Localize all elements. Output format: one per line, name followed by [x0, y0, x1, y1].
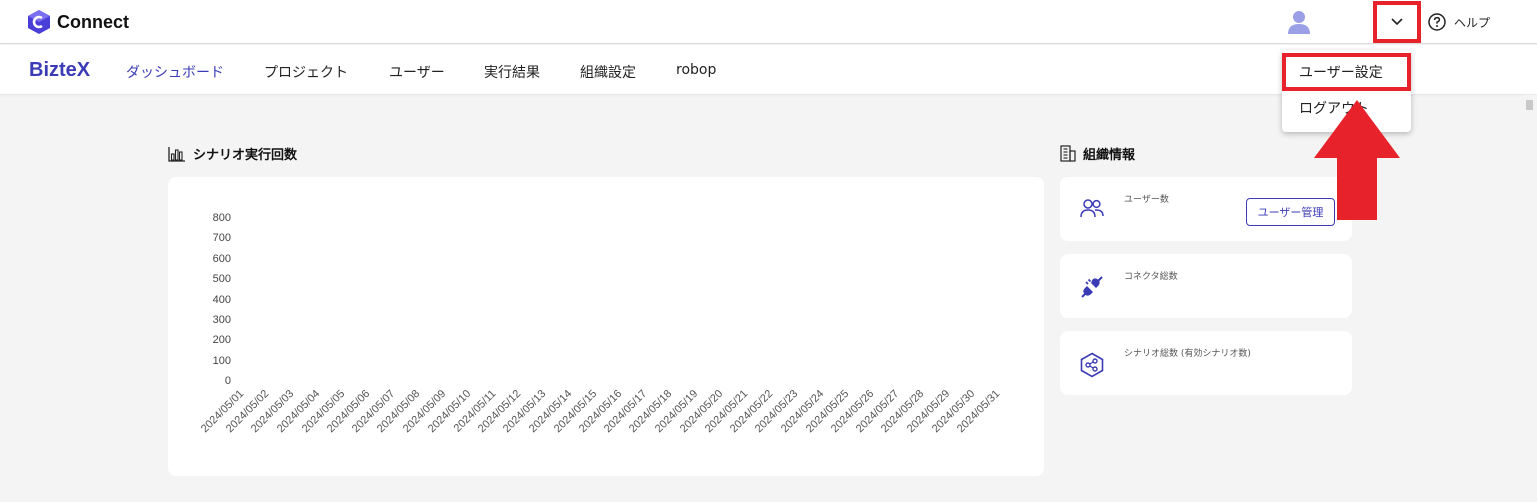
y-tick-label: 600 — [212, 252, 231, 265]
user-avatar-icon — [1288, 11, 1310, 34]
y-tick-label: 700 — [212, 232, 231, 245]
connector-count-label: コネクタ総数 — [1124, 272, 1178, 282]
y-tick-label: 100 — [212, 354, 231, 367]
user-count-card: ユーザー数 ユーザー管理 — [1060, 177, 1352, 241]
chart-title: シナリオ実行回数 — [193, 148, 298, 163]
help-link[interactable]: ヘルプ — [1428, 13, 1490, 31]
logo-text: Connect — [57, 11, 129, 32]
building-icon — [1060, 145, 1076, 162]
y-tick-label: 300 — [212, 313, 231, 326]
connect-logo-icon — [28, 10, 50, 34]
users-icon — [1080, 199, 1104, 218]
bar-chart-icon — [168, 146, 185, 162]
user-menu-toggle[interactable] — [1373, 1, 1421, 43]
user-count-label: ユーザー数 — [1124, 195, 1169, 205]
help-icon — [1428, 13, 1446, 31]
nav-org-settings[interactable]: 組織設定 — [580, 62, 636, 82]
nav-results[interactable]: 実行結果 — [484, 62, 540, 82]
org-title: 組織情報 — [1083, 148, 1136, 163]
y-tick-label: 800 — [212, 212, 231, 224]
scenario-icon — [1080, 352, 1104, 378]
scenario-count-card: シナリオ総数 (有効シナリオ数) — [1060, 331, 1352, 395]
y-tick-label: 0 — [224, 375, 231, 387]
chevron-down-icon — [1391, 18, 1403, 26]
chart-card: 800 700 600 500 400 300 200 100 0 2024/05/01 2024/… — [168, 177, 1044, 476]
nav-users[interactable]: ユーザー — [389, 62, 445, 82]
nav-robop[interactable]: robop — [676, 62, 716, 78]
chart-section-title: シナリオ実行回数 — [168, 144, 297, 163]
y-tick-label: 500 — [212, 273, 231, 286]
scenario-count-label: シナリオ総数 (有効シナリオ数) — [1124, 349, 1251, 359]
top-bar: Connect ヘルプ — [0, 0, 1537, 44]
annotation-arrow — [1314, 100, 1400, 220]
scrollbar[interactable] — [1522, 95, 1537, 502]
y-tick-label: 400 — [212, 293, 231, 306]
menu-item-user-settings[interactable]: ユーザー設定 — [1282, 53, 1411, 91]
nav-projects[interactable]: プロジェクト — [264, 62, 348, 82]
connector-count-card: コネクタ総数 — [1060, 254, 1352, 318]
avatar[interactable] — [1287, 9, 1311, 35]
y-tick-label: 200 — [212, 334, 231, 347]
nav-dashboard[interactable]: ダッシュボード — [126, 62, 224, 82]
connect-logo[interactable]: Connect — [27, 9, 129, 35]
org-section-title: 組織情報 — [1060, 144, 1135, 163]
brand-logo[interactable]: BizteX — [29, 59, 90, 82]
scrollbar-thumb[interactable] — [1526, 100, 1533, 110]
help-label: ヘルプ — [1454, 15, 1491, 30]
plug-icon — [1081, 276, 1103, 298]
